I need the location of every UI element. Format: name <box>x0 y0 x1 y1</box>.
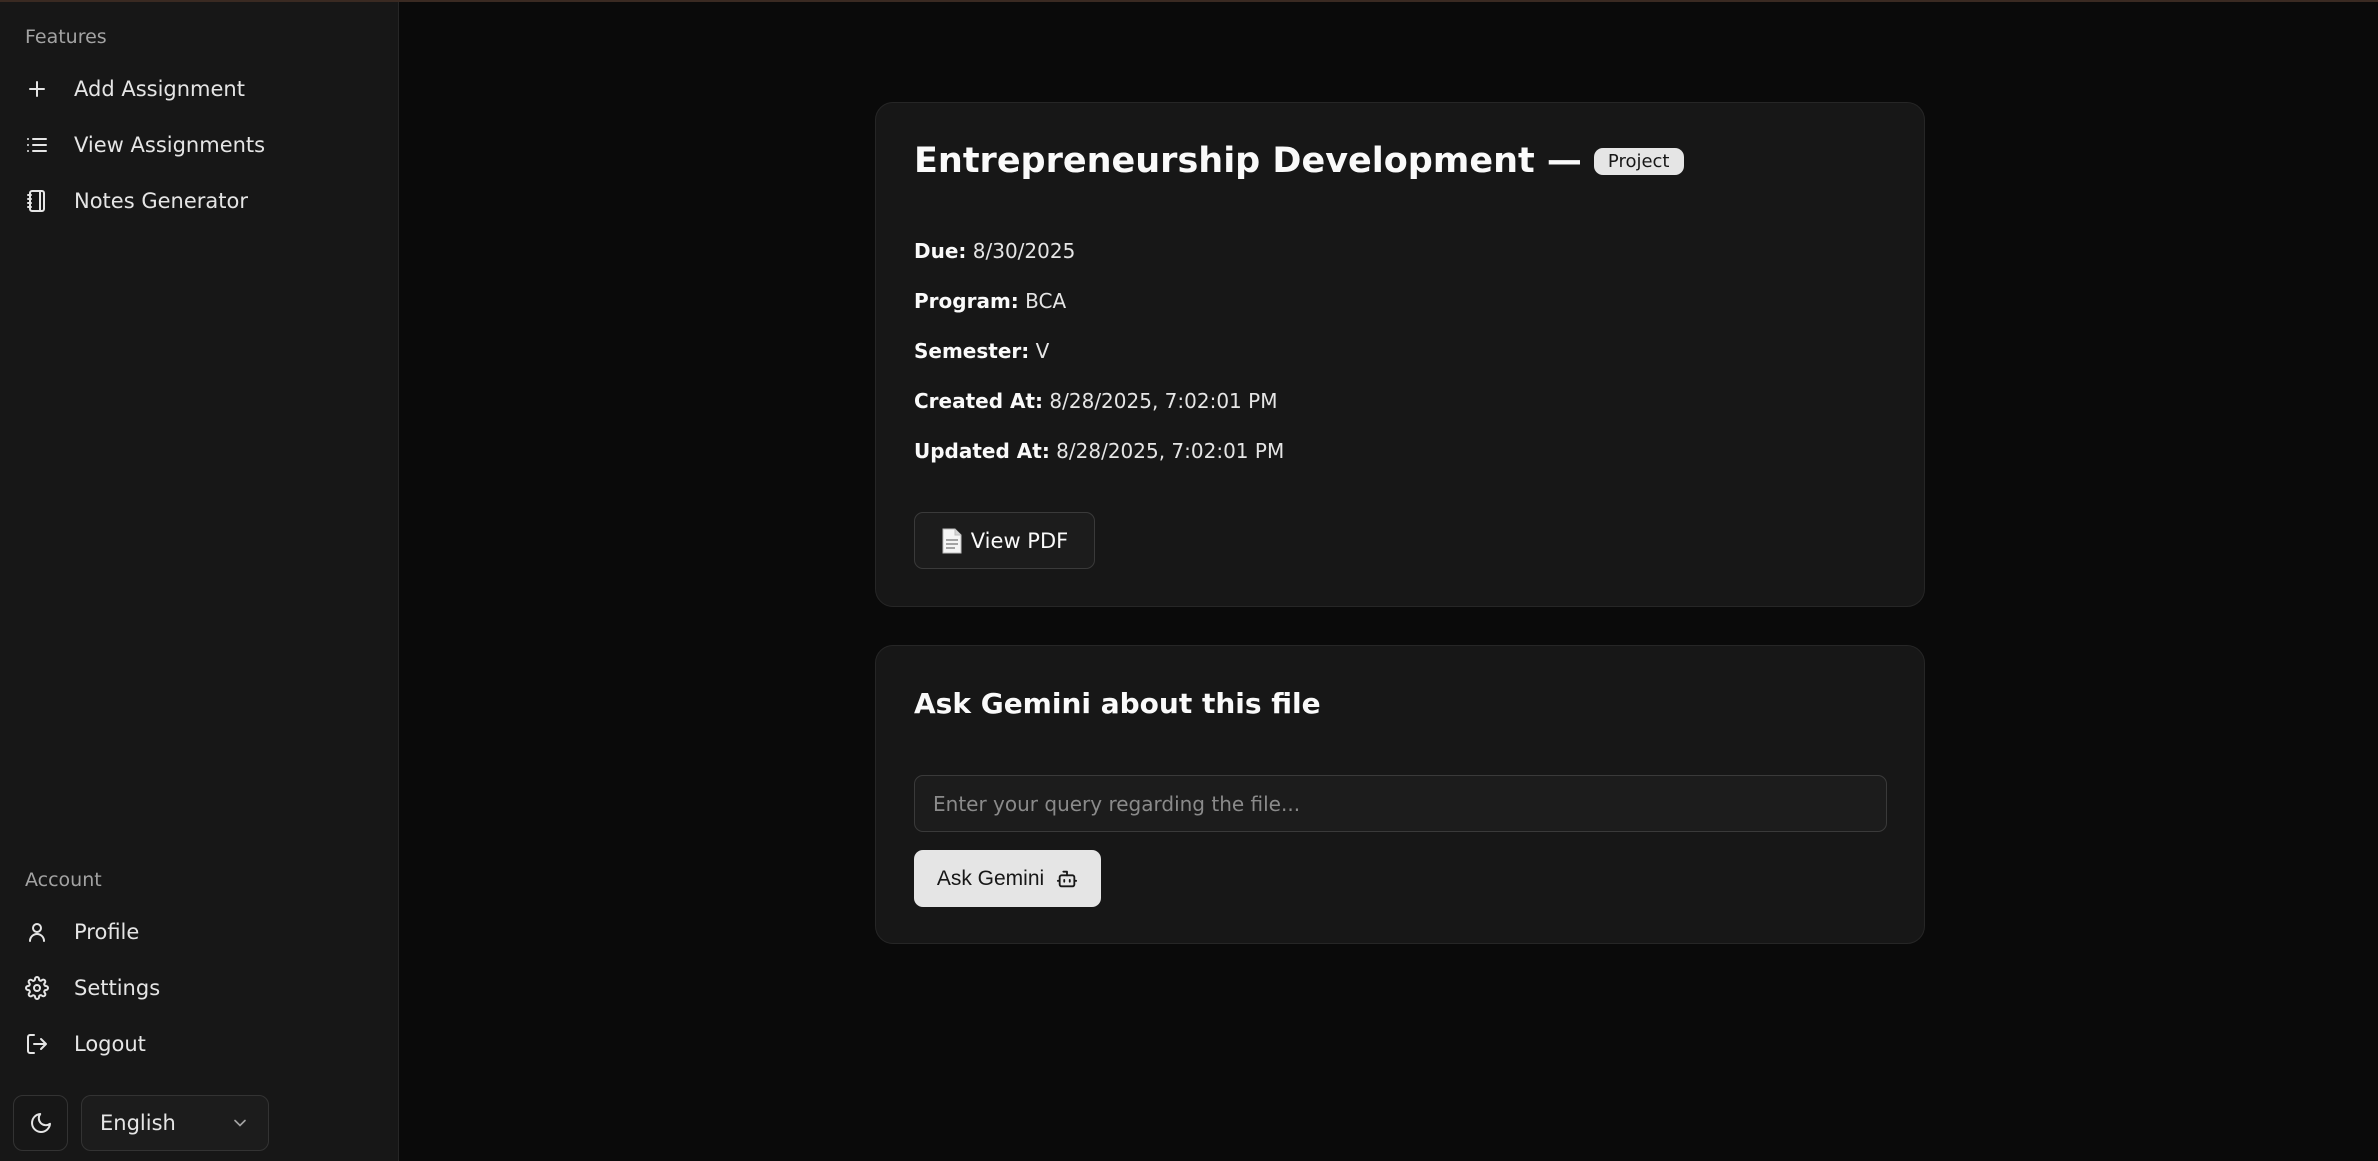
gemini-query-input[interactable] <box>914 775 1887 832</box>
sidebar-item-logout[interactable]: Logout <box>12 1020 387 1068</box>
semester-field: Semester: V <box>914 339 1049 363</box>
field-label: Semester: <box>914 339 1030 363</box>
program-field: Program: BCA <box>914 289 1066 313</box>
user-icon <box>12 908 62 956</box>
gear-icon <box>12 964 62 1012</box>
document-icon <box>942 528 962 553</box>
created-at-field: Created At: 8/28/2025, 7:02:01 PM <box>914 389 1277 413</box>
sidebar-item-label: Profile <box>74 920 140 944</box>
sidebar-item-label: View Assignments <box>74 133 266 157</box>
assignment-card: Entrepreneurship Development — Project D… <box>875 102 1925 607</box>
language-value: English <box>100 1111 176 1135</box>
field-value: 8/28/2025, 7:02:01 PM <box>1056 439 1285 463</box>
sidebar: Features Add Assignment View Assignments… <box>0 2 399 1161</box>
field-value: 8/28/2025, 7:02:01 PM <box>1049 389 1278 413</box>
assignment-type-badge: Project <box>1593 147 1684 175</box>
gemini-card: Ask Gemini about this file Ask Gemini <box>875 645 1925 944</box>
field-value: BCA <box>1025 289 1067 313</box>
sidebar-item-notes-generator[interactable]: Notes Generator <box>12 177 387 225</box>
sidebar-item-label: Add Assignment <box>74 77 245 101</box>
list-icon <box>12 121 62 169</box>
sidebar-item-settings[interactable]: Settings <box>12 964 387 1012</box>
field-value: V <box>1035 339 1050 363</box>
sidebar-item-add-assignment[interactable]: Add Assignment <box>12 65 387 113</box>
field-value: 8/30/2025 <box>972 239 1076 263</box>
bot-icon <box>1057 870 1078 887</box>
view-pdf-label: View PDF <box>970 528 1069 553</box>
theme-toggle-button[interactable] <box>13 1095 68 1151</box>
sidebar-item-label: Notes Generator <box>74 189 248 213</box>
ask-gemini-label: Ask Gemini <box>936 866 1045 890</box>
due-field: Due: 8/30/2025 <box>914 239 1075 263</box>
assignment-title-row: Entrepreneurship Development — Project <box>914 141 1684 181</box>
field-label: Program: <box>914 289 1019 313</box>
moon-icon <box>30 1113 51 1133</box>
plus-icon <box>12 65 62 113</box>
logout-icon <box>12 1020 62 1068</box>
ask-gemini-button[interactable]: Ask Gemini <box>914 850 1101 907</box>
updated-at-field: Updated At: 8/28/2025, 7:02:01 PM <box>914 439 1284 463</box>
chevron-down-icon <box>234 1119 246 1127</box>
features-group-label: Features <box>25 26 107 48</box>
view-pdf-button[interactable]: View PDF <box>914 512 1095 569</box>
field-label: Created At: <box>914 389 1044 413</box>
field-label: Updated At: <box>914 439 1050 463</box>
sidebar-item-profile[interactable]: Profile <box>12 908 387 956</box>
field-label: Due: <box>914 239 967 263</box>
sidebar-item-label: Settings <box>74 976 161 1000</box>
sidebar-item-view-assignments[interactable]: View Assignments <box>12 121 387 169</box>
sidebar-item-label: Logout <box>74 1032 146 1056</box>
account-group-label: Account <box>25 869 102 891</box>
language-select[interactable]: English <box>81 1095 269 1151</box>
gemini-card-title: Ask Gemini about this file <box>914 687 1321 720</box>
notebook-icon <box>12 177 62 225</box>
assignment-title: Entrepreneurship Development — <box>914 141 1582 181</box>
